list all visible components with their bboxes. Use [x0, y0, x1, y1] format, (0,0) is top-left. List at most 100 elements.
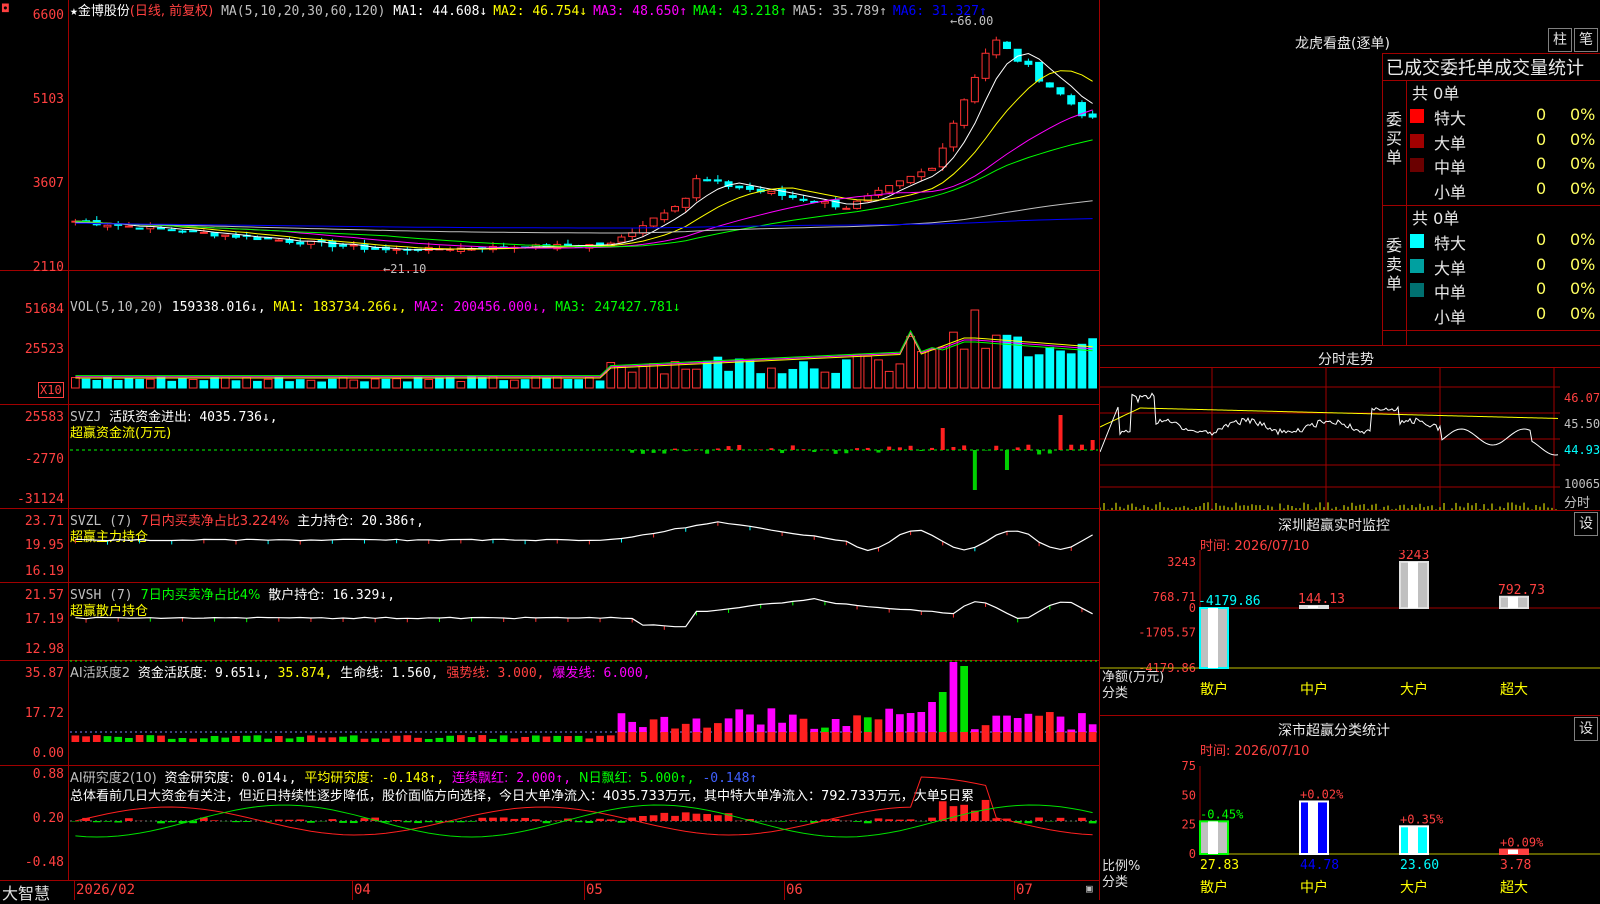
- activity-base: [671, 732, 679, 742]
- net-amount-chart[interactable]: 3243768.710-1705.57-4179.86-4179.86散户144…: [1100, 550, 1600, 715]
- research-bar: [950, 806, 958, 821]
- volume-bar: [618, 367, 626, 388]
- intraday-chart[interactable]: [1100, 367, 1560, 510]
- research-bar: [875, 818, 883, 821]
- flow-bar: [941, 428, 945, 450]
- svzj-panel[interactable]: SVZJ 活跃资金进出: 4035.736↓, 超赢资金流(万元) 25583 …: [0, 404, 1100, 508]
- research-bar: [778, 821, 786, 822]
- activity-bar: [586, 738, 594, 742]
- flow-bar: [1069, 445, 1073, 450]
- candle: [693, 179, 700, 198]
- candle: [929, 168, 936, 170]
- category-label: 散户: [1200, 879, 1228, 896]
- change-label: +0.02%: [1300, 787, 1344, 801]
- candlestick-chart[interactable]: [70, 0, 1100, 270]
- bar-value: 3243: [1398, 550, 1429, 563]
- activity-bar: [125, 738, 133, 742]
- activity-base: [757, 732, 765, 742]
- volume-bars[interactable]: [70, 270, 1100, 404]
- main-chart-area[interactable]: ◘ ★金博股份(日线, 前复权) MA(5,10,20,30,60,120) M…: [0, 0, 1100, 900]
- order-count: 0: [1536, 255, 1546, 274]
- activity-bar: [532, 735, 540, 742]
- activity-base: [1035, 732, 1043, 742]
- bar-highlight: [1408, 826, 1418, 854]
- lock-icon[interactable]: ▣: [1086, 882, 1093, 895]
- volume-bar: [114, 380, 122, 388]
- price-panel[interactable]: ◘ ★金博股份(日线, 前复权) MA(5,10,20,30,60,120) M…: [0, 0, 1100, 270]
- main-position-line[interactable]: [70, 508, 1100, 582]
- research-bar: [1025, 821, 1033, 823]
- ai-activity-panel[interactable]: AI活跃度2 资金活跃度: 9.651↓, 35.874, 生命线: 1.560…: [0, 660, 1100, 765]
- volume-bar: [1003, 335, 1011, 388]
- activity-bar: [168, 739, 176, 742]
- volume-bar: [200, 381, 208, 388]
- retail-position-line[interactable]: [70, 582, 1100, 660]
- fund-flow-bars[interactable]: [70, 404, 1100, 508]
- flow-bar: [1080, 445, 1084, 450]
- activity-base: [950, 732, 958, 742]
- research-bar: [607, 819, 615, 821]
- candle: [639, 226, 646, 234]
- volume-bar: [393, 379, 401, 388]
- activity-base: [639, 732, 647, 742]
- candle: [704, 180, 711, 181]
- candle: [136, 228, 143, 229]
- activity-base: [843, 732, 851, 742]
- color-swatch: [1410, 234, 1424, 248]
- ai-research-panel[interactable]: AI研究度2(10) 资金研究度: 0.014↓, 平均研究度: -0.148↑…: [0, 765, 1100, 880]
- volume-panel[interactable]: VOL(5,10,20) 159338.016↓, MA1: 183734.26…: [0, 270, 1100, 404]
- volume-bar: [928, 350, 936, 388]
- flow-bar: [1037, 450, 1041, 454]
- flow-bar: [630, 450, 634, 453]
- bar-mode-button[interactable]: 柱: [1548, 28, 1572, 52]
- volume-bar: [179, 379, 187, 388]
- price-axis-2: 3607: [2, 176, 64, 191]
- activity-base: [714, 732, 722, 742]
- research-bar: [532, 819, 540, 821]
- sz-monitor-panel[interactable]: 深圳超赢实时监控 设 时间: 2026/07/10 3243768.710-17…: [1100, 510, 1600, 715]
- value-label: 44.78: [1300, 858, 1339, 873]
- change-label: +0.35%: [1400, 812, 1444, 826]
- sz-classify-panel[interactable]: 深市超赢分类统计 设 时间: 2026/07/10 7550250-0.45%2…: [1100, 715, 1600, 900]
- activity-bar: [960, 666, 968, 742]
- candle: [104, 225, 111, 227]
- research-bar: [757, 821, 765, 822]
- order-row: 中单00%: [1406, 153, 1600, 177]
- research-bar: [789, 820, 797, 821]
- candle: [939, 148, 946, 167]
- candle: [275, 240, 282, 241]
- intraday-panel[interactable]: 分时走势 46.07 45.50 44.93 10065 分时: [1100, 345, 1600, 510]
- activity-bar: [82, 736, 90, 742]
- flow-bar: [1048, 450, 1052, 454]
- volume-bar: [72, 378, 80, 388]
- axis-tick: 3243: [1167, 555, 1196, 569]
- flow-bar: [802, 449, 806, 450]
- flow-bar: [791, 445, 795, 450]
- settings-button[interactable]: 设: [1574, 512, 1598, 536]
- dragon-tiger-panel[interactable]: 龙虎看盘(逐单) 柱 笔 已成交委托单成交量统计 共 0单 委买单 特大00%大…: [1100, 0, 1600, 345]
- bar-highlight: [1208, 608, 1218, 668]
- activity-bar: [436, 738, 444, 742]
- volume-bar: [789, 369, 797, 388]
- flow-bar: [812, 450, 816, 452]
- order-count: 0: [1536, 304, 1546, 323]
- activity-base: [1046, 732, 1054, 742]
- volume-bar: [778, 374, 786, 388]
- flow-bar: [1091, 440, 1095, 450]
- svzl-panel[interactable]: SVZL (7) 7日内买卖净占比3.224% 主力持仓: 20.386↑, 超…: [0, 508, 1100, 582]
- high-price-mark: ←66.00: [950, 14, 993, 28]
- volume-bar: [875, 360, 883, 388]
- right-sidebar: 龙虎看盘(逐单) 柱 笔 已成交委托单成交量统计 共 0单 委买单 特大00%大…: [1100, 0, 1600, 900]
- activity-base: [971, 732, 979, 742]
- svsh-panel[interactable]: SVSH (7) 7日内买卖净占比4% 散户持仓: 16.329↓, 超赢散户持…: [0, 582, 1100, 660]
- axis-tick: -1705.57: [1138, 625, 1196, 639]
- activity-bar: [950, 662, 958, 742]
- activity-bar: [425, 739, 433, 742]
- ratio-chart[interactable]: 7550250-0.45%27.83散户+0.02%44.78中户+0.35%2…: [1100, 735, 1600, 900]
- flow-bar: [684, 450, 688, 451]
- activity-bar: [104, 736, 112, 742]
- tick-mode-button[interactable]: 笔: [1574, 28, 1598, 52]
- activity-bars[interactable]: [70, 660, 1100, 765]
- candle: [168, 230, 175, 231]
- research-bars[interactable]: [70, 765, 1100, 880]
